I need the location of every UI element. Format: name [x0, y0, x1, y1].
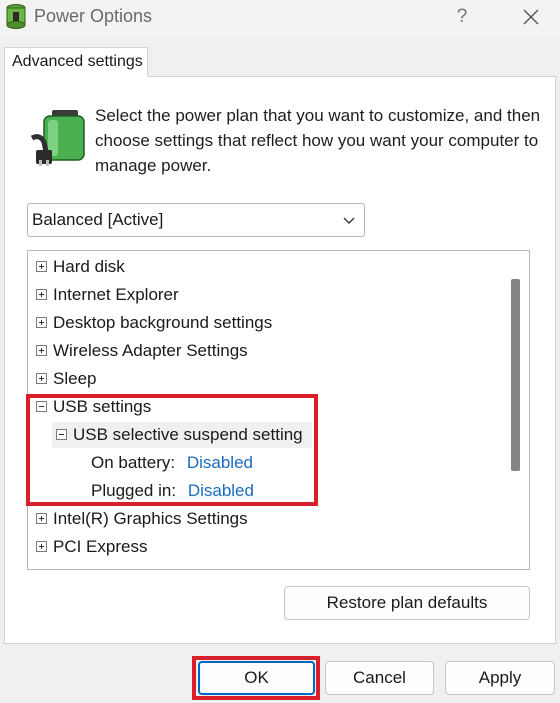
- close-icon[interactable]: [514, 2, 546, 32]
- tree-item-intel-graphics[interactable]: Intel(R) Graphics Settings: [28, 506, 508, 532]
- cancel-button[interactable]: Cancel: [325, 661, 434, 695]
- help-button[interactable]: ?: [446, 2, 478, 32]
- tree-item-plugged-in[interactable]: Plugged in: Disabled: [91, 478, 311, 504]
- instructions-text: Select the power plan that you want to c…: [95, 106, 541, 175]
- tree-item-label: Wireless Adapter Settings: [53, 341, 248, 360]
- power-plan-select[interactable]: Balanced [Active]: [27, 203, 365, 237]
- collapse-icon[interactable]: [36, 401, 47, 412]
- chevron-down-icon: [343, 217, 355, 224]
- setting-label: Plugged in:: [91, 481, 177, 500]
- tree-item-partial: [28, 562, 508, 568]
- tree-item-usb-selective-suspend[interactable]: USB selective suspend setting: [52, 422, 312, 448]
- tree-item-label: Internet Explorer: [53, 285, 179, 304]
- ok-button[interactable]: OK: [198, 661, 315, 695]
- restore-plan-defaults-button[interactable]: Restore plan defaults: [284, 586, 530, 620]
- tree-item-pci-express[interactable]: PCI Express: [28, 534, 508, 560]
- tree-item-label: Intel(R) Graphics Settings: [53, 509, 248, 528]
- tree-item-wireless-adapter[interactable]: Wireless Adapter Settings: [28, 338, 508, 364]
- tab-advanced-settings[interactable]: Advanced settings: [4, 47, 148, 77]
- tree-item-label: PCI Express: [53, 537, 148, 556]
- tree-item-label: USB selective suspend setting: [73, 425, 303, 444]
- tree-item-sleep[interactable]: Sleep: [28, 366, 508, 392]
- expand-icon[interactable]: [36, 373, 47, 384]
- power-plan-value: Balanced [Active]: [32, 210, 164, 229]
- setting-label: On battery:: [91, 453, 176, 472]
- tree-item-internet-explorer[interactable]: Internet Explorer: [28, 282, 508, 308]
- settings-tree[interactable]: Hard disk Internet Explorer Desktop back…: [27, 250, 530, 570]
- window-title: Power Options: [34, 6, 153, 26]
- tree-item-label: Hard disk: [53, 257, 125, 276]
- expand-icon[interactable]: [36, 345, 47, 356]
- battery-plan-icon: [30, 110, 85, 166]
- title-bar: Power Options ?: [0, 0, 560, 36]
- apply-button[interactable]: Apply: [445, 661, 555, 695]
- plugged-in-value-link[interactable]: Disabled: [188, 481, 254, 500]
- tree-item-usb-settings[interactable]: USB settings: [28, 394, 508, 420]
- tree-item-hard-disk[interactable]: Hard disk: [28, 254, 508, 280]
- expand-icon[interactable]: [36, 541, 47, 552]
- on-battery-value-link[interactable]: Disabled: [187, 453, 253, 472]
- tree-item-desktop-background[interactable]: Desktop background settings: [28, 310, 508, 336]
- tree-item-label: Desktop background settings: [53, 313, 273, 332]
- collapse-icon[interactable]: [56, 429, 67, 440]
- power-options-icon: [6, 4, 26, 29]
- tree-scrollbar[interactable]: [511, 251, 529, 569]
- expand-icon[interactable]: [36, 317, 47, 328]
- tree-item-label: USB settings: [53, 397, 152, 416]
- tree-item-on-battery[interactable]: On battery: Disabled: [91, 450, 311, 476]
- expand-icon[interactable]: [36, 289, 47, 300]
- scrollbar-thumb[interactable]: [511, 279, 520, 471]
- tree-item-label: Sleep: [53, 369, 97, 388]
- expand-icon[interactable]: [36, 261, 47, 272]
- expand-icon[interactable]: [36, 513, 47, 524]
